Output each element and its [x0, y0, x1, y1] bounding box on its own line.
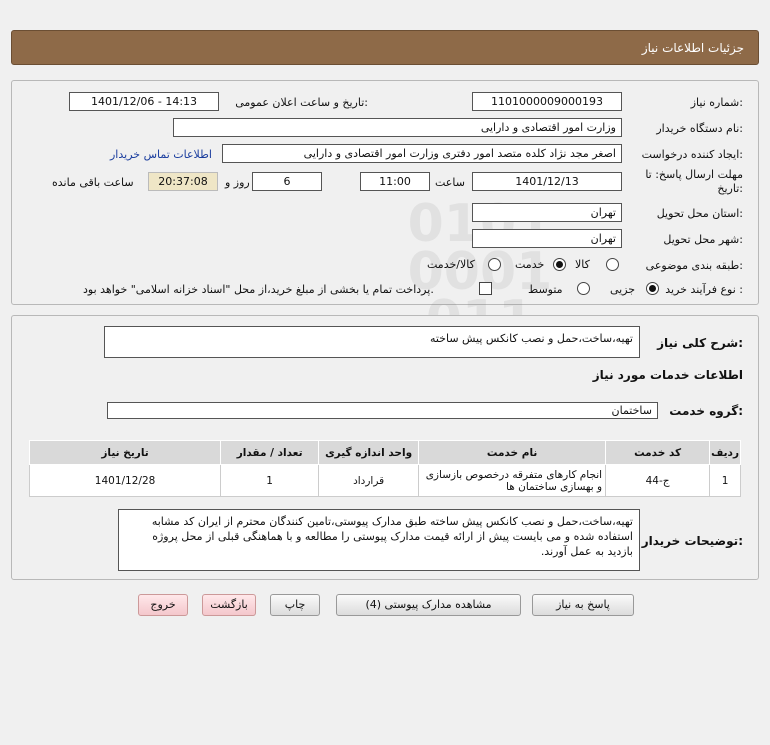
deadline-label-date: تاریخ: [717, 182, 743, 195]
cell-date: 1401/12/28 [28, 464, 222, 497]
remaining-time-label: ساعت باقی مانده [52, 176, 134, 189]
back-button[interactable]: بازگشت [202, 594, 256, 616]
page-title: جزئیات اطلاعات نیاز [641, 41, 744, 55]
category-service-label: خدمت [515, 258, 545, 271]
col-header-unit: واحد اندازه گیری [318, 440, 420, 465]
exit-button[interactable]: خروج [138, 594, 188, 616]
announce-label: تاریخ و ساعت اعلان عمومی: [235, 96, 368, 109]
deadline-label: مهلت ارسال پاسخ: تا [645, 168, 743, 181]
process-minor-label: جزیی [610, 283, 636, 296]
cell-code: ج-44 [605, 464, 711, 497]
table-row[interactable]: 1 ج-44 انجام کارهای متفرقه درخصوص بازساز… [28, 464, 741, 497]
col-header-name: نام خدمت [418, 440, 607, 465]
summary-label: شرح کلی نیاز: [657, 336, 743, 350]
cell-name: انجام کارهای متفرقه درخصوص بازسازی و بهس… [418, 464, 607, 497]
treasury-bonds-checkbox[interactable] [479, 282, 492, 295]
buyer-org-field[interactable]: وزارت امور اقتصادی و دارایی [173, 118, 622, 137]
table-header-row: ردیف کد خدمت نام خدمت واحد اندازه گیری ت… [28, 440, 741, 465]
cell-unit: قرارداد [318, 464, 420, 497]
province-field[interactable]: تهران [472, 203, 622, 222]
reply-button[interactable]: پاسخ به نیاز [532, 594, 634, 616]
col-header-qty: تعداد / مقدار [220, 440, 320, 465]
days-label: روز و [225, 176, 250, 189]
deadline-time-field[interactable]: 11:00 [360, 172, 430, 191]
payment-note: پرداخت تمام یا بخشی از مبلغ خرید،از محل … [83, 283, 434, 296]
services-section-title: اطلاعات خدمات مورد نیاز [592, 368, 743, 382]
creator-label: ایجاد کننده درخواست: [641, 148, 743, 161]
service-group-field[interactable]: ساختمان [107, 402, 658, 419]
services-table: ردیف کد خدمت نام خدمت واحد اندازه گیری ت… [28, 440, 741, 497]
buyer-org-label: نام دستگاه خریدار: [656, 122, 743, 135]
process-minor-radio[interactable] [646, 282, 659, 295]
category-goods-radio[interactable] [606, 258, 619, 271]
category-label: طبقه بندی موضوعی: [645, 259, 743, 272]
remaining-time-field: 20:37:08 [148, 172, 218, 191]
summary-field[interactable]: تهیه،ساخت،حمل و نصب کانکس پیش ساخته [104, 326, 640, 358]
page-title-bar: جزئیات اطلاعات نیاز [11, 30, 759, 65]
need-number-label: شماره نیاز: [690, 96, 743, 109]
city-field[interactable]: تهران [472, 229, 622, 248]
cell-qty: 1 [220, 464, 320, 497]
cell-row: 1 [709, 464, 741, 497]
deadline-date-field[interactable]: 1401/12/13 [472, 172, 622, 191]
buyer-notes-field[interactable]: تهیه،ساخت،حمل و نصب کانکس پیش ساخته طبق … [118, 509, 640, 571]
process-medium-label: متوسط [528, 283, 563, 296]
category-service-radio[interactable] [553, 258, 566, 271]
need-number-field[interactable]: 1101000009000193 [472, 92, 622, 111]
service-group-label: گروه خدمت: [669, 404, 743, 418]
category-goods-label: کالا [575, 258, 590, 271]
province-label: استان محل تحویل: [656, 207, 743, 220]
col-header-row: ردیف [709, 440, 741, 465]
city-label: شهر محل تحویل: [663, 233, 743, 246]
view-attachments-button[interactable]: مشاهده مدارک پیوستی (4) [336, 594, 521, 616]
col-header-code: کد خدمت [605, 440, 711, 465]
category-goods-service-radio[interactable] [488, 258, 501, 271]
process-label: نوع فرآیند خرید : [665, 283, 743, 296]
print-button[interactable]: چاپ [270, 594, 320, 616]
col-header-date: تاریخ نیاز [28, 440, 222, 465]
announce-field[interactable]: 1401/12/06 - 14:13 [69, 92, 219, 111]
process-medium-radio[interactable] [577, 282, 590, 295]
buyer-notes-label: توضیحات خریدار: [641, 534, 743, 548]
days-field[interactable]: 6 [252, 172, 322, 191]
contact-info-link[interactable]: اطلاعات تماس خریدار [110, 148, 212, 161]
creator-field[interactable]: اصغر مجد نژاد کلده متصد امور دفتری وزارت… [222, 144, 622, 163]
category-goods-service-label: کالا/خدمت [427, 258, 475, 271]
deadline-time-label: ساعت [435, 176, 465, 189]
